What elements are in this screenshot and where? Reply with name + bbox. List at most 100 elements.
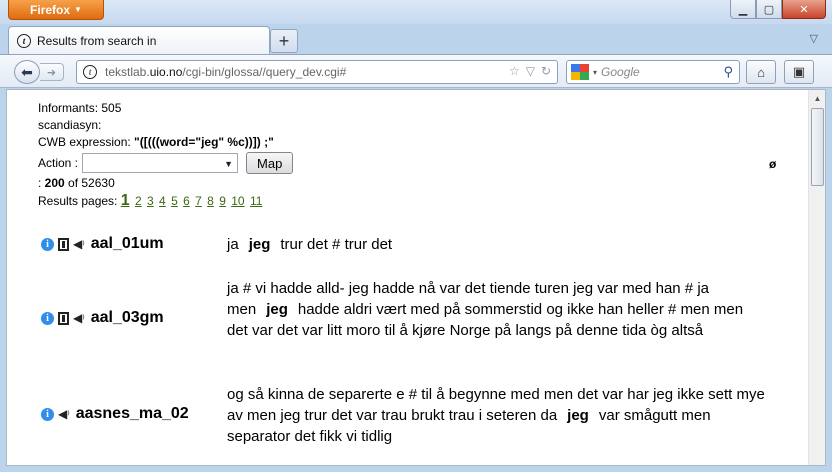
arrow-right-icon: ➜ <box>46 66 57 79</box>
pages-label: Results pages: <box>38 194 118 208</box>
navigation-toolbar: ➜ ⬅ t tekstlab.uio.no/cgi-bin/glossa//qu… <box>0 54 832 88</box>
search-icon[interactable]: ⚲ <box>723 64 733 80</box>
info-icon[interactable]: i <box>41 407 54 421</box>
map-button[interactable]: Map <box>246 152 294 174</box>
window-controls: ▁ ▢ ✕ <box>730 0 826 19</box>
page-content: Informants: 505 scandiasyn: CWB expressi… <box>6 89 826 466</box>
keyword-match: jeg <box>248 236 271 253</box>
page-link-11[interactable]: 11 <box>250 194 262 208</box>
cwb-value: "([(((word="jeg" %c))]) ;" <box>134 135 274 149</box>
list-all-tabs-button[interactable]: ▽ <box>810 32 818 45</box>
scroll-up-icon[interactable]: ▲ <box>809 90 825 107</box>
firefox-menu-label: Firefox <box>30 2 71 17</box>
result-row: i ◀⁾ aasnes_ma_02 og så kinna de separer… <box>7 384 807 448</box>
page-link-2[interactable]: 2 <box>135 194 142 208</box>
search-bar[interactable]: ▾ Google ⚲ <box>566 60 740 84</box>
tab-bar: t Results from search in + ▽ <box>0 24 832 54</box>
url-host: uio.no <box>149 65 183 79</box>
count-total: of 52630 <box>64 176 115 190</box>
close-window-button[interactable]: ✕ <box>782 0 826 19</box>
speaker-icon[interactable]: ◀⁾ <box>73 237 85 251</box>
corner-symbol: ø <box>769 157 777 171</box>
informant-id[interactable]: aasnes_ma_02 <box>76 405 189 423</box>
minimize-icon: ▁ <box>738 3 748 16</box>
count-prefix: : <box>38 176 45 190</box>
result-text: og så kinna de separerte e # til å begyn… <box>227 384 767 447</box>
result-controls: i ◀⁾ aal_03gm <box>41 309 164 327</box>
arrow-left-icon: ⬅ <box>21 63 33 80</box>
result-controls: i ◀⁾ aasnes_ma_02 <box>41 405 189 423</box>
history-dropdown-icon[interactable]: ▽ <box>526 64 535 78</box>
tab-title: Results from search in <box>37 33 157 48</box>
video-icon[interactable] <box>58 311 69 325</box>
context-after: trur det # trur det <box>280 236 393 253</box>
result-count: : 200 of 52630 <box>38 175 293 192</box>
home-button[interactable]: ⌂ <box>746 60 776 84</box>
back-forward-group: ➜ ⬅ <box>14 60 70 84</box>
informant-id[interactable]: aal_03gm <box>91 309 164 327</box>
info-icon[interactable]: i <box>41 237 54 251</box>
page-link-7[interactable]: 7 <box>195 194 202 208</box>
close-icon: ✕ <box>799 3 809 16</box>
firefox-menu-button[interactable]: Firefox ▼ <box>8 0 104 20</box>
vertical-scrollbar[interactable]: ▲ <box>808 90 825 465</box>
result-row: i ◀⁾ aal_01um ja jeg trur det # trur det <box>7 230 807 258</box>
url-path: /cgi-bin/glossa//query_dev.cgi# <box>182 65 347 79</box>
informant-id[interactable]: aal_01um <box>91 235 164 253</box>
keyword-match: jeg <box>567 407 589 424</box>
result-text: ja jeg trur det # trur det <box>227 234 767 255</box>
scroll-thumb[interactable] <box>811 108 824 186</box>
addon-toolbar-button[interactable]: ▣ <box>784 60 814 84</box>
forward-button[interactable]: ➜ <box>40 63 64 81</box>
minimize-button[interactable]: ▁ <box>730 0 756 19</box>
page-link-9[interactable]: 9 <box>219 194 226 208</box>
result-text: ja # vi hadde alld- jeg hadde nå var det… <box>227 278 767 341</box>
page-link-3[interactable]: 3 <box>147 194 154 208</box>
google-engine-icon[interactable] <box>571 64 589 80</box>
context-after: hadde aldri vært med på sommerstid og ik… <box>227 301 744 339</box>
back-button[interactable]: ⬅ <box>14 60 40 84</box>
chevron-down-icon: ▼ <box>224 159 234 169</box>
speaker-icon[interactable]: ◀⁾ <box>58 407 70 421</box>
corpus-name: scandiasyn: <box>38 118 102 132</box>
informants-count: Informants: 505 <box>38 101 122 115</box>
keyword-match: jeg <box>266 301 288 318</box>
result-controls: i ◀⁾ aal_01um <box>41 235 164 253</box>
url-text: tekstlab.uio.no/cgi-bin/glossa//query_de… <box>105 65 346 79</box>
url-bar-icons: ☆ ▽ ↻ <box>509 64 551 78</box>
page-link-8[interactable]: 8 <box>207 194 214 208</box>
maximize-icon: ▢ <box>763 3 775 16</box>
plus-icon: + <box>278 30 290 51</box>
site-favicon-icon: t <box>17 33 31 48</box>
bookmark-star-icon[interactable]: ☆ <box>509 64 520 78</box>
extension-icon: ▣ <box>792 64 806 79</box>
reload-icon[interactable]: ↻ <box>541 64 551 78</box>
window-titlebar: Firefox ▼ ▁ ▢ ✕ <box>0 0 832 24</box>
site-identity-icon[interactable]: t <box>83 65 97 79</box>
url-prefix: tekstlab. <box>105 65 150 79</box>
maximize-button[interactable]: ▢ <box>756 0 782 19</box>
action-label: Action : <box>38 155 79 170</box>
address-bar[interactable]: t tekstlab.uio.no/cgi-bin/glossa//query_… <box>76 60 558 84</box>
page-link-6[interactable]: 6 <box>183 194 190 208</box>
page-link-4[interactable]: 4 <box>159 194 166 208</box>
tab-results[interactable]: t Results from search in <box>8 26 270 54</box>
action-row: Action : ▼ Map <box>38 151 294 175</box>
chevron-down-icon: ▼ <box>74 5 82 14</box>
new-tab-button[interactable]: + <box>270 29 298 53</box>
cwb-expression: CWB expression: "([(((word="jeg" %c))]) … <box>38 134 293 151</box>
info-icon[interactable]: i <box>41 311 54 325</box>
search-placeholder: Google <box>601 65 640 79</box>
cwb-label: CWB expression: <box>38 135 135 149</box>
action-select[interactable]: ▼ <box>82 153 239 173</box>
result-row: i ◀⁾ aal_03gm ja # vi hadde alld- jeg ha… <box>7 278 807 362</box>
results-pages: Results pages: 1 2 3 4 5 6 7 8 9 10 11 <box>38 192 293 210</box>
engine-dropdown-icon[interactable]: ▾ <box>593 68 597 77</box>
page-link-5[interactable]: 5 <box>171 194 178 208</box>
video-icon[interactable] <box>58 237 69 251</box>
page-link-10[interactable]: 10 <box>231 194 244 208</box>
context-before: ja <box>227 236 239 253</box>
page-link-1[interactable]: 1 <box>121 192 130 209</box>
speaker-icon[interactable]: ◀⁾ <box>73 311 85 325</box>
count-shown: 200 <box>44 176 65 190</box>
